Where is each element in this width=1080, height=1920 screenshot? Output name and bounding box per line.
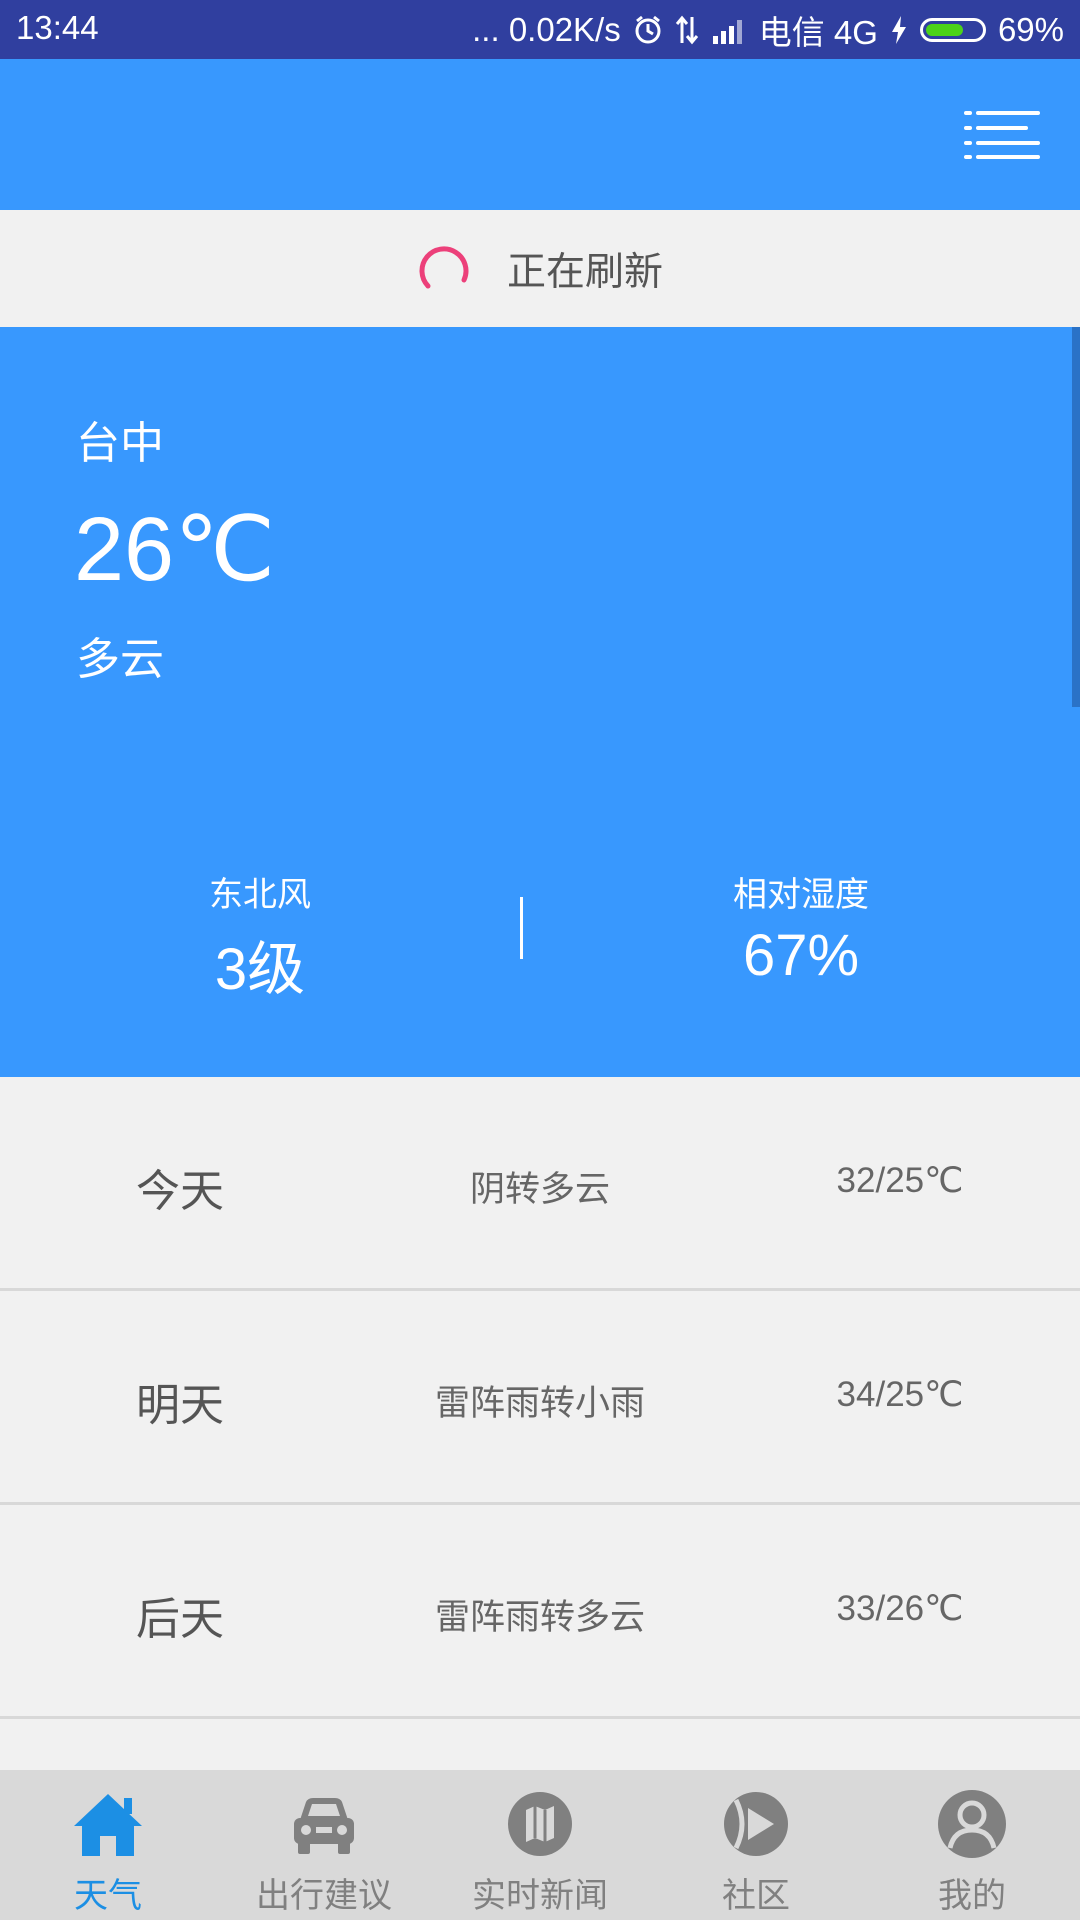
scroll-indicator [1072, 327, 1080, 707]
wind-stat: 东北风 3级 [110, 867, 410, 1006]
status-time: 13:44 [16, 9, 99, 46]
forecast-day: 今天 [136, 1166, 224, 1217]
home-icon [74, 1794, 142, 1856]
status-right: ... 0.02K/s 电信 4G 69% [472, 9, 1064, 51]
wind-value: 3级 [214, 937, 306, 1002]
carrier-label: 电信 4G [758, 14, 878, 51]
nav-community[interactable]: 社区 [648, 1770, 864, 1920]
data-transfer-icon [675, 15, 699, 45]
current-weather-card: 台中 26℃ 多云 东北风 3级 相对湿度 67% [0, 327, 1080, 1077]
refresh-indicator: 正在刷新 [0, 210, 1080, 327]
nav-label: 社区 [722, 1876, 790, 1916]
nav-label: 出行建议 [256, 1876, 392, 1916]
city-name: 台中 [76, 418, 164, 469]
community-icon [724, 1792, 788, 1856]
wind-label: 东北风 [209, 875, 311, 915]
nav-mine[interactable]: 我的 [864, 1770, 1080, 1920]
forecast-desc: 雷阵雨转小雨 [434, 1384, 645, 1424]
forecast-desc: 雷阵雨转多云 [434, 1598, 645, 1638]
nav-weather[interactable]: 天气 [0, 1770, 216, 1920]
nav-label: 我的 [938, 1876, 1006, 1916]
battery-percent: 69% [997, 11, 1064, 48]
humidity-value: 67% [742, 923, 860, 988]
stat-divider [520, 897, 523, 959]
refresh-spinner-icon [419, 245, 469, 288]
menu-button[interactable] [964, 107, 1040, 163]
status-bar: 13:44 ... 0.02K/s 电信 4G 69% [0, 0, 1080, 59]
forecast-range: 34/25℃ [836, 1375, 964, 1414]
current-condition: 多云 [76, 634, 164, 685]
charging-icon [890, 15, 908, 45]
nav-label: 天气 [74, 1876, 142, 1916]
battery-icon [919, 18, 986, 42]
refresh-text: 正在刷新 [506, 249, 663, 295]
nav-live-news[interactable]: 实时新闻 [432, 1770, 648, 1920]
forecast-list: 今天 阴转多云 32/25℃ 明天 雷阵雨转小雨 34/25℃ 后天 雷阵雨转多… [0, 1077, 1080, 1719]
forecast-row-today[interactable]: 今天 阴转多云 32/25℃ [0, 1077, 1080, 1291]
humidity-label: 相对湿度 [733, 875, 869, 915]
alarm-icon [633, 15, 663, 45]
forecast-day: 明天 [136, 1380, 224, 1431]
menu-icon [964, 111, 1040, 159]
bottom-navigation: 天气 出行建议 实时新闻 社区 我的 [0, 1770, 1080, 1920]
nav-travel-advice[interactable]: 出行建议 [216, 1770, 432, 1920]
forecast-row-day-after[interactable]: 后天 雷阵雨转多云 33/26℃ [0, 1505, 1080, 1719]
forecast-desc: 阴转多云 [469, 1170, 610, 1210]
forecast-range: 32/25℃ [836, 1161, 964, 1200]
forecast-row-tomorrow[interactable]: 明天 雷阵雨转小雨 34/25℃ [0, 1291, 1080, 1505]
user-icon [938, 1790, 1006, 1858]
current-temperature: 26℃ [74, 500, 276, 600]
forecast-range: 33/26℃ [836, 1589, 964, 1628]
forecast-day: 后天 [136, 1594, 224, 1645]
nav-label: 实时新闻 [472, 1876, 608, 1916]
app-toolbar [0, 59, 1080, 210]
humidity-stat: 相对湿度 67% [651, 867, 951, 989]
map-icon [508, 1792, 572, 1856]
network-speed: ... 0.02K/s [472, 11, 621, 48]
car-icon [294, 1798, 354, 1854]
signal-icon [711, 16, 747, 44]
